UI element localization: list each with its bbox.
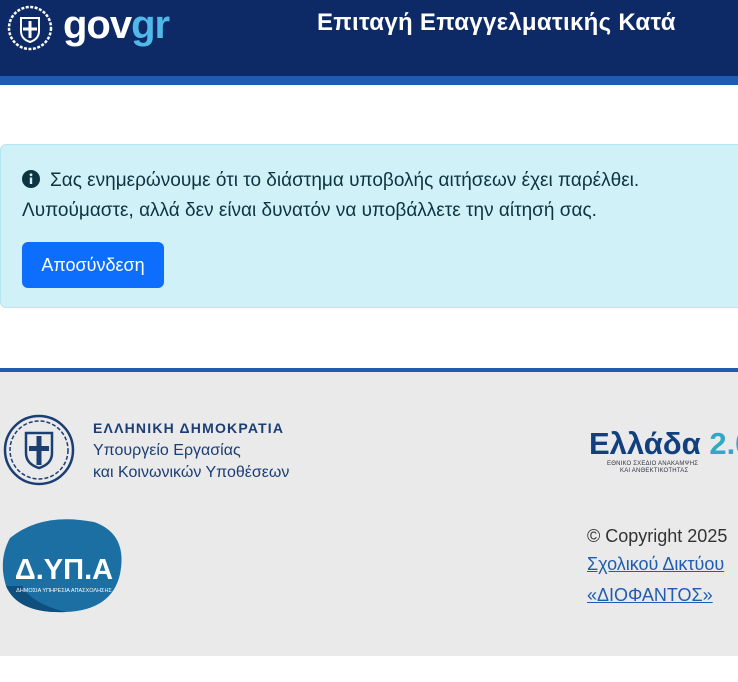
info-icon — [22, 170, 40, 188]
header-stripe — [0, 76, 738, 85]
dypa-logo-icon[interactable]: Δ.ΥΠ.Α ΔΗΜΟΣΙΑ ΥΠΗΡΕΣΙΑ ΑΠΑΣΧΟΛΗΣΗΣ — [2, 516, 126, 616]
copyright-text: © Copyright 2025 — [587, 526, 728, 546]
school-network-link[interactable]: Σχολικού Δικτύου — [587, 554, 724, 575]
dypa-logo-subtext: ΔΗΜΟΣΙΑ ΥΠΗΡΕΣΙΑ ΑΠΑΣΧΟΛΗΣΗΣ — [16, 588, 112, 594]
alert-message-line1: Σας ενημερώνουμε ότι το διάστημα υποβολή… — [50, 170, 640, 191]
diofantos-link[interactable]: «ΔΙΟΦΑΝΤΟΣ» — [587, 585, 713, 606]
dypa-logo-text: Δ.ΥΠ.Α — [15, 554, 113, 586]
greek-coat-of-arms-icon — [7, 5, 53, 51]
logout-button[interactable]: Αποσύνδεση — [22, 242, 164, 288]
ellada-logo-subtitle-line2: ΚΑΙ ΑΝΘΕΚΤΙΚΟΤΗΤΑΣ — [620, 468, 689, 474]
ellada-logo-subtitle-line1: ΕΘΝΙΚΟ ΣΧΕΔΙΟ ΑΝΑΚΑΜΨΗΣ — [607, 461, 699, 467]
site-footer: ΕΛΛΗΝΙΚΗ ΔΗΜΟΚΡΑΤΙΑ Υπουργείο Εργασίας κ… — [0, 372, 738, 656]
ellada-logo-name: Ελλάδα — [589, 426, 701, 461]
site-header: govgr Επιταγή Επαγγελματικής Κατά — [0, 0, 738, 76]
ellada-logo-version: 2.0 — [709, 426, 738, 461]
ministry-title: ΕΛΛΗΝΙΚΗ ΔΗΜΟΚΡΑΤΙΑ — [93, 420, 285, 436]
ministry-name-line2: και Κοινωνικών Υποθέσεων — [93, 464, 290, 481]
alert-message-line2: Λυπούμαστε, αλλά δεν είναι δυνατόν να υπ… — [22, 200, 597, 221]
ellada-2-0-logo[interactable]: Ελλάδα 2.0 — [589, 426, 738, 462]
ministry-name-line1: Υπουργείο Εργασίας — [93, 442, 241, 459]
govgr-logo-gr: gr — [131, 3, 170, 47]
info-alert: Σας ενημερώνουμε ότι το διάστημα υποβολή… — [0, 144, 738, 308]
govgr-logo[interactable]: govgr — [63, 2, 170, 48]
page-title: Επιταγή Επαγγελματικής Κατά — [317, 9, 676, 36]
govgr-logo-gov: gov — [63, 3, 132, 47]
ministry-seal-icon — [3, 414, 75, 486]
